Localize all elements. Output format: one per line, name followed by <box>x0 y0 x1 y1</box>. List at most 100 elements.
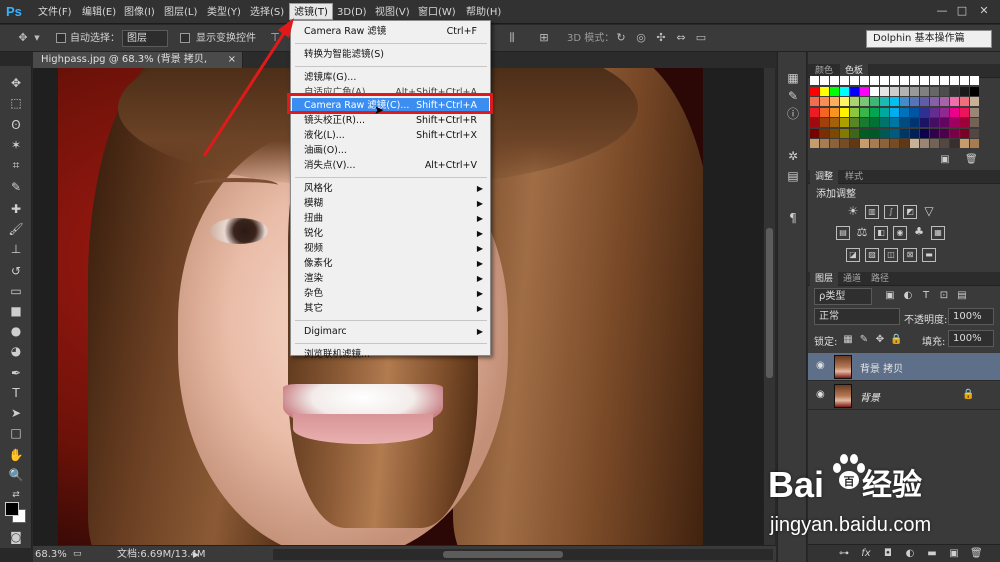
filter-menu-item[interactable]: 液化(L)... Shift+Ctrl+X <box>292 128 489 143</box>
distribute-icon[interactable]: ⫼ <box>505 31 519 45</box>
drag-3d-icon[interactable]: ✣ <box>654 31 668 45</box>
history-brush-icon[interactable]: ↺ <box>7 262 25 280</box>
color-swatch[interactable] <box>970 76 979 85</box>
type-tool-icon[interactable]: T <box>7 384 25 402</box>
posterize-icon[interactable]: ▨ <box>865 248 879 262</box>
brush-tool-icon[interactable]: 🖌 <box>7 220 25 238</box>
group-icon[interactable]: ▬ <box>926 548 938 560</box>
color-swatch[interactable] <box>900 118 909 127</box>
filter-menu-item[interactable]: Camera Raw 滤镜 Ctrl+F <box>292 24 489 39</box>
color-swatch[interactable] <box>870 76 879 85</box>
color-swatch[interactable] <box>930 139 939 148</box>
history-panel-icon[interactable]: ▦ <box>785 70 801 86</box>
menu-edit[interactable]: 编辑(E) <box>78 4 120 21</box>
lock-position-icon[interactable]: ✥ <box>874 334 886 346</box>
visibility-eye-icon[interactable]: ◉ <box>816 389 828 401</box>
show-transform-checkbox[interactable] <box>180 33 190 43</box>
filter-menu-item[interactable]: 镜头校正(R)... Shift+Ctrl+R <box>292 113 489 128</box>
color-swatch[interactable] <box>870 128 879 138</box>
color-swatch[interactable] <box>950 139 959 148</box>
color-swatch[interactable] <box>970 139 979 148</box>
link-icon[interactable]: ⊶ <box>838 548 850 560</box>
blur-tool-icon[interactable]: ● <box>7 322 25 340</box>
status-menu-arrow-icon[interactable]: ▶ <box>193 548 199 561</box>
color-swatch[interactable] <box>820 107 829 117</box>
color-swatch[interactable] <box>930 107 939 117</box>
magic-wand-icon[interactable]: ✶ <box>7 136 25 154</box>
menu-help[interactable]: 帮助(H) <box>462 4 505 21</box>
layer-name[interactable]: 背景 <box>860 389 880 404</box>
color-swatch[interactable] <box>810 76 819 85</box>
filter-menu-item[interactable]: 转换为智能滤镜(S) <box>292 47 489 62</box>
minimize-button[interactable]: — <box>934 4 950 18</box>
color-lookup-icon[interactable]: ▦ <box>931 226 945 240</box>
properties-panel-icon[interactable]: ✎ <box>785 88 801 104</box>
channel-mixer-icon[interactable]: ♣ <box>912 226 926 240</box>
color-swatch[interactable] <box>850 76 859 85</box>
black-white-icon[interactable]: ◧ <box>874 226 888 240</box>
menu-filter[interactable]: 滤镜(T) <box>289 3 333 20</box>
color-swatch[interactable] <box>840 107 849 117</box>
color-swatch[interactable] <box>890 139 899 148</box>
color-swatch[interactable] <box>880 107 889 117</box>
photo-filter-icon[interactable]: ◉ <box>893 226 907 240</box>
lock-pixels-icon[interactable]: ✎ <box>858 334 870 346</box>
color-swatch[interactable] <box>970 97 979 106</box>
new-swatch-icon[interactable]: ▣ <box>939 154 951 166</box>
color-swatch[interactable] <box>830 107 839 117</box>
color-swatch[interactable] <box>910 97 919 106</box>
workspace-dropdown[interactable]: Dolphin 基本操作篇 <box>866 30 992 48</box>
color-swatch[interactable] <box>910 76 919 85</box>
color-swatch[interactable] <box>840 76 849 85</box>
color-swatch[interactable] <box>820 139 829 148</box>
filter-menu-item[interactable]: 像素化 ▶ <box>292 256 489 271</box>
color-swatch[interactable] <box>900 97 909 106</box>
filter-menu-item[interactable]: 杂色 ▶ <box>292 286 489 301</box>
delete-swatch-icon[interactable]: 🗑 <box>965 154 978 166</box>
zoom-level[interactable]: 68.3% <box>35 548 67 561</box>
pen-tool-icon[interactable]: ✒ <box>7 364 25 382</box>
color-swatch[interactable] <box>840 86 849 96</box>
color-swatch[interactable] <box>810 107 819 117</box>
color-swatch[interactable] <box>920 128 929 138</box>
color-swatch[interactable] <box>840 97 849 106</box>
color-swatch[interactable] <box>830 128 839 138</box>
foreground-color-swatch[interactable] <box>5 502 19 516</box>
color-swatch[interactable] <box>840 118 849 127</box>
color-swatch[interactable] <box>850 139 859 148</box>
quick-mask-icon[interactable]: ◙ <box>7 528 25 546</box>
menu-3d[interactable]: 3D(D) <box>333 4 371 21</box>
color-swatch[interactable] <box>880 128 889 138</box>
color-swatch[interactable] <box>880 97 889 106</box>
tab-paths[interactable]: 路径 <box>866 272 894 286</box>
color-swatch[interactable] <box>810 97 819 106</box>
eyedropper-icon[interactable]: ✎ <box>7 178 25 196</box>
color-swatch[interactable] <box>970 107 979 117</box>
tab-channels[interactable]: 通道 <box>838 272 866 286</box>
color-swatch[interactable] <box>920 118 929 127</box>
shape-tool-icon[interactable]: □ <box>7 424 25 442</box>
color-swatch[interactable] <box>940 97 949 106</box>
filter-menu-item[interactable]: 风格化 ▶ <box>292 181 489 196</box>
color-swatch[interactable] <box>900 139 909 148</box>
close-window-button[interactable]: ✕ <box>976 4 992 18</box>
filter-menu-item[interactable]: 消失点(V)... Alt+Ctrl+V <box>292 158 489 173</box>
document-tab[interactable]: Highpass.jpg @ 68.3% (背景 拷贝, RGB/8) * × <box>33 52 243 81</box>
eraser-tool-icon[interactable]: ▭ <box>7 282 25 300</box>
menu-layer[interactable]: 图层(L) <box>160 4 201 21</box>
color-balance-icon[interactable]: ⚖ <box>855 226 869 240</box>
color-swatch[interactable] <box>880 76 889 85</box>
filter-menu-item[interactable]: 扭曲 ▶ <box>292 211 489 226</box>
path-select-icon[interactable]: ➤ <box>7 404 25 422</box>
color-swatch[interactable] <box>970 128 979 138</box>
filter-adjust-icon[interactable]: ◐ <box>902 290 914 302</box>
color-swatch[interactable] <box>880 139 889 148</box>
color-swatch[interactable] <box>850 128 859 138</box>
auto-select-checkbox[interactable] <box>56 33 66 43</box>
color-swatch[interactable] <box>840 139 849 148</box>
color-swatch[interactable] <box>950 76 959 85</box>
color-swatch[interactable] <box>850 97 859 106</box>
layer-row[interactable]: ◉ 背景 拷贝 <box>808 353 1000 381</box>
color-swatch[interactable] <box>940 139 949 148</box>
hand-tool-icon[interactable]: ✋ <box>7 446 25 464</box>
